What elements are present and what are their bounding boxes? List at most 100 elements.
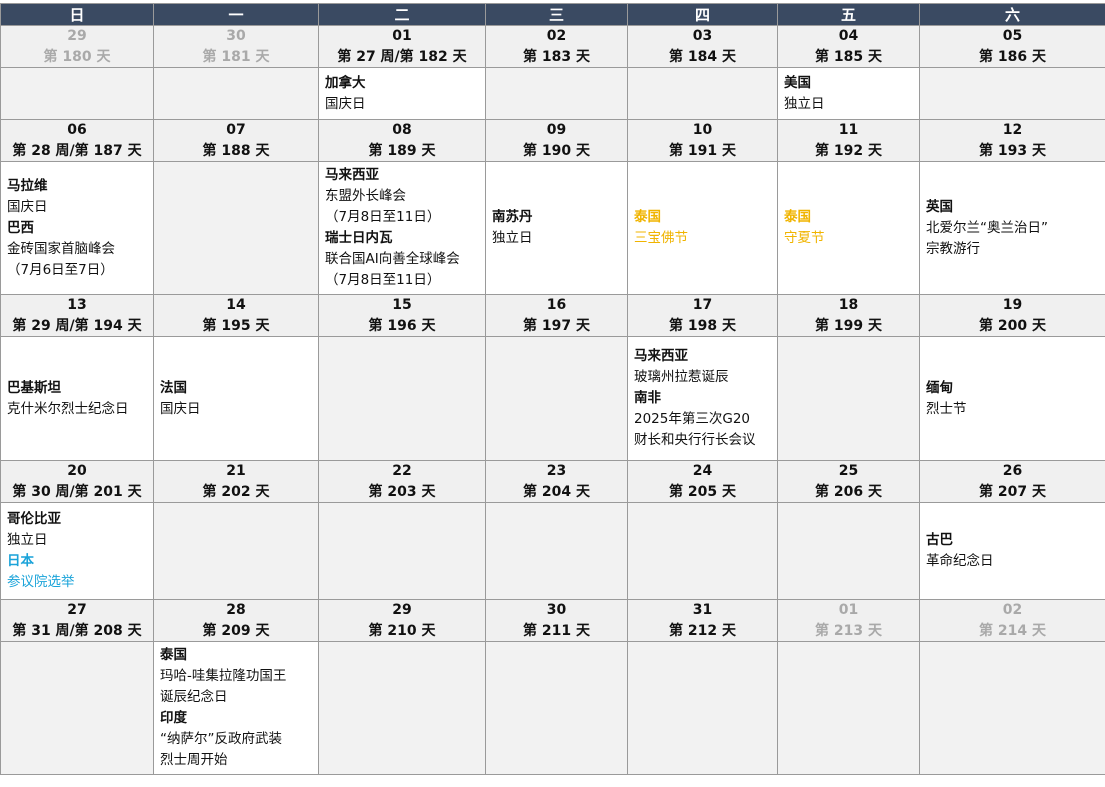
date-cell[interactable]: 23第 204 天 bbox=[486, 461, 628, 503]
day-of-year-label: 第 196 天 bbox=[319, 316, 485, 336]
empty-event-cell[interactable] bbox=[154, 503, 319, 600]
event-country: 南苏丹 bbox=[492, 207, 627, 228]
date-cell[interactable]: 10第 191 天 bbox=[628, 120, 778, 162]
event-cell[interactable]: 法国国庆日 bbox=[154, 337, 319, 461]
date-cell[interactable]: 19第 200 天 bbox=[920, 295, 1105, 337]
event-cell[interactable]: 马拉维国庆日巴西金砖国家首脑峰会（7月6日至7日） bbox=[1, 162, 154, 295]
week-events-row: 哥伦比亚独立日日本参议院选举 古巴革命纪念日 bbox=[1, 503, 1105, 600]
event-cell[interactable]: 泰国三宝佛节 bbox=[628, 162, 778, 295]
empty-event-cell[interactable] bbox=[920, 68, 1105, 120]
date-cell[interactable]: 16第 197 天 bbox=[486, 295, 628, 337]
day-number: 05 bbox=[920, 26, 1105, 47]
date-cell[interactable]: 09第 190 天 bbox=[486, 120, 628, 162]
empty-event-cell[interactable] bbox=[1, 642, 154, 775]
date-cell[interactable]: 26第 207 天 bbox=[920, 461, 1105, 503]
event-cell[interactable]: 缅甸烈士节 bbox=[920, 337, 1105, 461]
empty-event-cell[interactable] bbox=[154, 162, 319, 295]
day-of-year-label: 第 195 天 bbox=[154, 316, 318, 336]
empty-event-cell[interactable] bbox=[319, 337, 486, 461]
date-cell[interactable]: 14第 195 天 bbox=[154, 295, 319, 337]
event-cell[interactable]: 马来西亚东盟外长峰会（7月8日至11日）瑞士日内瓦联合国AI向善全球峰会（7月8… bbox=[319, 162, 486, 295]
date-cell[interactable]: 02第 214 天 bbox=[920, 600, 1105, 642]
date-cell[interactable]: 07第 188 天 bbox=[154, 120, 319, 162]
date-cell[interactable]: 02第 183 天 bbox=[486, 26, 628, 68]
event-cell[interactable]: 加拿大国庆日 bbox=[319, 68, 486, 120]
empty-event-cell[interactable] bbox=[486, 642, 628, 775]
event-cell[interactable]: 哥伦比亚独立日日本参议院选举 bbox=[1, 503, 154, 600]
date-cell[interactable]: 25第 206 天 bbox=[778, 461, 920, 503]
event-cell[interactable]: 马来西亚玻璃州拉惹诞辰南非2025年第三次G20财长和央行行长会议 bbox=[628, 337, 778, 461]
empty-event-cell[interactable] bbox=[778, 642, 920, 775]
day-of-year-label: 第 185 天 bbox=[778, 47, 919, 67]
date-cell[interactable]: 31第 212 天 bbox=[628, 600, 778, 642]
date-cell[interactable]: 29第 210 天 bbox=[319, 600, 486, 642]
event-entry: 缅甸烈士节 bbox=[926, 378, 1105, 420]
date-cell[interactable]: 22第 203 天 bbox=[319, 461, 486, 503]
event-description: 东盟外长峰会 bbox=[325, 186, 485, 207]
event-cell[interactable]: 英国北爱尔兰“奥兰治日”宗教游行 bbox=[920, 162, 1105, 295]
date-cell[interactable]: 18第 199 天 bbox=[778, 295, 920, 337]
week-date-row: 29第 180 天30第 181 天01第 27 周/第 182 天02第 18… bbox=[1, 26, 1105, 68]
empty-event-cell[interactable] bbox=[319, 503, 486, 600]
event-cell[interactable]: 泰国玛哈-哇集拉隆功国王诞辰纪念日印度“纳萨尔”反政府武装烈士周开始 bbox=[154, 642, 319, 775]
event-cell[interactable]: 泰国守夏节 bbox=[778, 162, 920, 295]
empty-event-cell[interactable] bbox=[628, 503, 778, 600]
date-cell[interactable]: 08第 189 天 bbox=[319, 120, 486, 162]
date-cell[interactable]: 12第 193 天 bbox=[920, 120, 1105, 162]
date-cell[interactable]: 29第 180 天 bbox=[1, 26, 154, 68]
day-number: 06 bbox=[1, 120, 153, 141]
day-of-year-label: 第 184 天 bbox=[628, 47, 777, 67]
event-entry: 南苏丹独立日 bbox=[492, 207, 627, 249]
date-cell[interactable]: 20第 30 周/第 201 天 bbox=[1, 461, 154, 503]
date-cell[interactable]: 05第 186 天 bbox=[920, 26, 1105, 68]
date-cell[interactable]: 04第 185 天 bbox=[778, 26, 920, 68]
event-entry: 马来西亚东盟外长峰会（7月8日至11日） bbox=[325, 165, 485, 228]
day-number: 26 bbox=[920, 461, 1105, 482]
empty-event-cell[interactable] bbox=[628, 642, 778, 775]
date-cell[interactable]: 24第 205 天 bbox=[628, 461, 778, 503]
date-cell[interactable]: 11第 192 天 bbox=[778, 120, 920, 162]
date-cell[interactable]: 15第 196 天 bbox=[319, 295, 486, 337]
empty-event-cell[interactable] bbox=[154, 68, 319, 120]
event-description: （7月8日至11日） bbox=[325, 270, 485, 291]
date-cell[interactable]: 06第 28 周/第 187 天 bbox=[1, 120, 154, 162]
empty-event-cell[interactable] bbox=[778, 337, 920, 461]
date-cell[interactable]: 21第 202 天 bbox=[154, 461, 319, 503]
event-cell[interactable]: 巴基斯坦克什米尔烈士纪念日 bbox=[1, 337, 154, 461]
empty-event-cell[interactable] bbox=[778, 503, 920, 600]
date-cell[interactable]: 27第 31 周/第 208 天 bbox=[1, 600, 154, 642]
date-cell[interactable]: 17第 198 天 bbox=[628, 295, 778, 337]
date-cell[interactable]: 28第 209 天 bbox=[154, 600, 319, 642]
event-description: 革命纪念日 bbox=[926, 551, 1105, 572]
event-description: 国庆日 bbox=[160, 399, 318, 420]
event-description: 烈士节 bbox=[926, 399, 1105, 420]
empty-event-cell[interactable] bbox=[319, 642, 486, 775]
event-cell[interactable]: 美国独立日 bbox=[778, 68, 920, 120]
date-cell[interactable]: 03第 184 天 bbox=[628, 26, 778, 68]
date-cell[interactable]: 01第 213 天 bbox=[778, 600, 920, 642]
day-of-year-label: 第 210 天 bbox=[319, 621, 485, 641]
date-cell[interactable]: 30第 211 天 bbox=[486, 600, 628, 642]
event-description: 烈士周开始 bbox=[160, 750, 318, 771]
event-cell[interactable]: 古巴革命纪念日 bbox=[920, 503, 1105, 600]
empty-event-cell[interactable] bbox=[486, 337, 628, 461]
empty-event-cell[interactable] bbox=[486, 503, 628, 600]
event-country: 缅甸 bbox=[926, 378, 1105, 399]
event-country: 泰国 bbox=[160, 645, 318, 666]
empty-event-cell[interactable] bbox=[1, 68, 154, 120]
date-cell[interactable]: 30第 181 天 bbox=[154, 26, 319, 68]
day-number: 25 bbox=[778, 461, 919, 482]
event-entry: 古巴革命纪念日 bbox=[926, 530, 1105, 572]
week-date-row: 20第 30 周/第 201 天21第 202 天22第 203 天23第 20… bbox=[1, 461, 1105, 503]
day-number: 11 bbox=[778, 120, 919, 141]
day-number: 29 bbox=[319, 600, 485, 621]
event-country: 马来西亚 bbox=[325, 165, 485, 186]
empty-event-cell[interactable] bbox=[920, 642, 1105, 775]
date-cell[interactable]: 13第 29 周/第 194 天 bbox=[1, 295, 154, 337]
event-description: 独立日 bbox=[7, 530, 153, 551]
empty-event-cell[interactable] bbox=[486, 68, 628, 120]
date-cell[interactable]: 01第 27 周/第 182 天 bbox=[319, 26, 486, 68]
empty-event-cell[interactable] bbox=[628, 68, 778, 120]
event-country: 印度 bbox=[160, 708, 318, 729]
event-cell[interactable]: 南苏丹独立日 bbox=[486, 162, 628, 295]
